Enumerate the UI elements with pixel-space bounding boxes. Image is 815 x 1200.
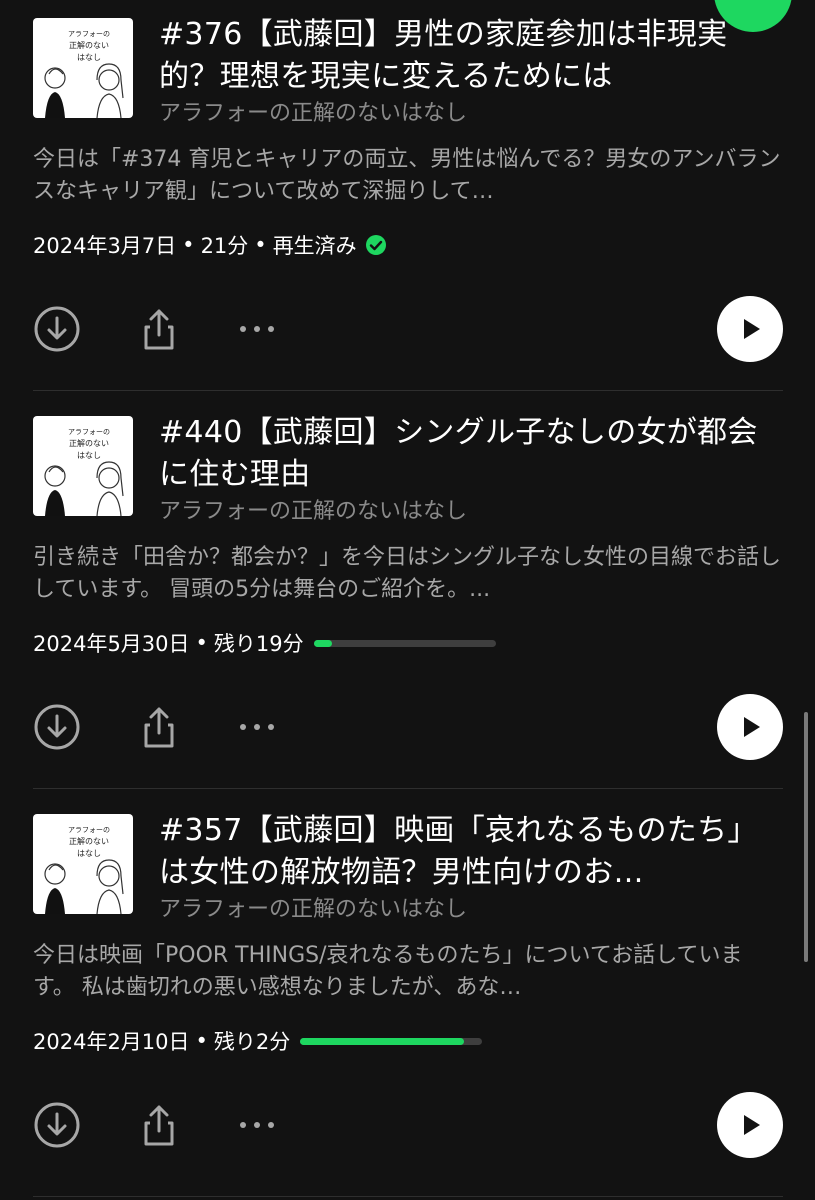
progress-fill <box>313 639 332 647</box>
meta-separator: • <box>182 233 195 257</box>
more-dots-icon[interactable] <box>233 1101 281 1149</box>
divider <box>33 390 783 391</box>
remaining-time: 残り19分 <box>213 632 304 656</box>
episode-description: 今日は「#374 育児とキャリアの両立、男性は悩んでる？男女のアンバランスなキャ… <box>33 147 781 204</box>
remaining-time: 残り2分 <box>213 1030 291 1054</box>
episode-date: 2024年2月10日 <box>33 1030 190 1054</box>
thumbnail-text-3: はなし <box>77 849 101 858</box>
download-circle-icon[interactable] <box>33 703 81 751</box>
episode-thumbnail: アラフォーの 正解のない はなし <box>33 18 133 118</box>
play-button[interactable] <box>717 296 783 362</box>
meta-separator: • <box>195 631 208 655</box>
share-icon[interactable] <box>135 703 183 751</box>
thumbnail-text-3: はなし <box>77 451 101 460</box>
share-icon[interactable] <box>135 1101 183 1149</box>
more-dots-icon[interactable] <box>233 305 281 353</box>
divider <box>33 788 783 789</box>
play-button[interactable] <box>717 1092 783 1158</box>
episode-title[interactable]: #376【武藤回】男性の家庭参加は非現実的？理想を現実に変えるためには <box>159 14 779 98</box>
episode-actions <box>33 296 783 362</box>
episode-meta: 2024年3月7日 • 21分 • 再生済み <box>33 228 387 262</box>
show-name[interactable]: アラフォーの正解のないはなし <box>159 896 779 924</box>
meta-separator: • <box>254 233 267 257</box>
episode-date: 2024年3月7日 <box>33 234 177 258</box>
check-circle-icon <box>365 234 387 256</box>
thumbnail-text-2: 正解のない <box>69 438 109 448</box>
episode-description: 引き続き「田舎か？都会か？」を今日はシングル子なし女性の目線でお話ししています。… <box>33 545 782 602</box>
played-status: 再生済み <box>272 234 357 258</box>
episode-thumbnail: アラフォーの 正解のない はなし <box>33 814 133 914</box>
episode-title[interactable]: #357【武藤回】映画「哀れなるものたち」は女性の解放物語？男性向けのお… <box>159 810 779 894</box>
progress-bar <box>300 1037 483 1045</box>
play-icon <box>744 319 760 339</box>
episode-meta: 2024年5月30日 • 残り19分 <box>33 626 496 660</box>
episode-actions <box>33 694 783 760</box>
episode-actions <box>33 1092 783 1158</box>
thumbnail-text-1: アラフォーの <box>68 826 110 834</box>
episode-description: 今日は映画「POOR THINGS/哀れなるものたち」についてお話しています。 … <box>33 943 743 1000</box>
download-circle-icon[interactable] <box>33 305 81 353</box>
share-icon[interactable] <box>135 305 183 353</box>
scrollbar[interactable] <box>804 712 808 962</box>
meta-separator: • <box>195 1029 208 1053</box>
play-icon <box>744 1115 760 1135</box>
show-name[interactable]: アラフォーの正解のないはなし <box>159 100 779 128</box>
episode-date: 2024年5月30日 <box>33 632 190 656</box>
thumbnail-text-1: アラフォーの <box>68 30 110 38</box>
thumbnail-text-3: はなし <box>77 53 101 62</box>
thumbnail-text-2: 正解のない <box>69 836 109 846</box>
thumbnail-text-2: 正解のない <box>69 40 109 50</box>
episode-list-screen: アラフォーの 正解のない はなし #376【武藤回】男性の家庭参加は非現実的？理… <box>0 0 815 1200</box>
episode-duration: 21分 <box>200 234 249 258</box>
play-icon <box>744 717 760 737</box>
episode-meta: 2024年2月10日 • 残り2分 <box>33 1024 483 1058</box>
download-circle-icon[interactable] <box>33 1101 81 1149</box>
divider <box>33 1196 783 1197</box>
thumbnail-text-1: アラフォーの <box>68 428 110 436</box>
more-dots-icon[interactable] <box>233 703 281 751</box>
episode-title[interactable]: #440【武藤回】シングル子なしの女が都会に住む理由 <box>159 412 779 496</box>
show-name[interactable]: アラフォーの正解のないはなし <box>159 498 779 526</box>
episode-thumbnail: アラフォーの 正解のない はなし <box>33 416 133 516</box>
progress-bar <box>313 639 496 647</box>
play-button[interactable] <box>717 694 783 760</box>
progress-fill <box>300 1037 465 1045</box>
